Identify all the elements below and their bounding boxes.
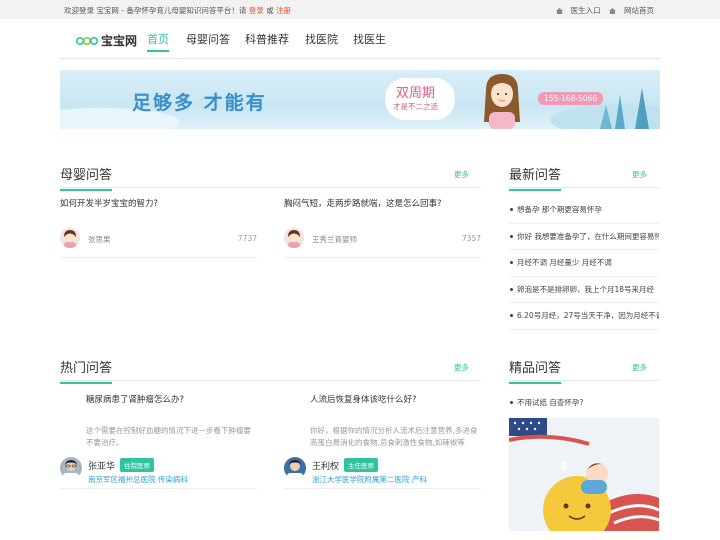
doctor-name: 王利权 [312, 462, 340, 472]
hot-title: 热门问答 [60, 357, 113, 384]
top-links: 医生入口 网站首页 [550, 5, 654, 16]
banner-badge-title: 双周期 [396, 86, 436, 101]
list-item[interactable]: 6.20号月经，27号当天干净，因为月经不调 [509, 303, 659, 330]
banner-slogan: 足够多 才能有 [132, 92, 267, 114]
hot-answer-1: 这个需要在控制好血糖的情况下进一步看下肿瘤要不要治疗。 [86, 426, 251, 447]
home-icon [555, 8, 563, 14]
logo-icon [76, 36, 98, 45]
list-item[interactable]: 想备孕 那个期更容易怀孕 [509, 197, 659, 224]
latest-title: 最新问答 [509, 164, 562, 191]
nav-item-qa[interactable]: 母婴问答 [186, 31, 230, 47]
latest-list: 想备孕 那个期更容易怀孕 你好 我想要准备孕了，在什么期间更容易怀孕 月经不调 … [509, 197, 659, 330]
main-nav: 宝宝网 首页 母婴问答 科普推荐 找医院 找医生 [60, 19, 660, 59]
muying-section-header: 母婴问答 更多 [60, 160, 481, 191]
nav-item-hospital[interactable]: 找医院 [305, 31, 338, 47]
hot-question-1[interactable]: 糖尿病患了肾肿瘤怎么办? [86, 393, 184, 405]
banner-badge-subtitle: 才是不二之选 [393, 102, 438, 111]
doctor-hospital: 浙江大学医学院附属第二医院 产科 [312, 475, 427, 484]
site-logo[interactable]: 宝宝网 [76, 32, 137, 49]
avatar [60, 457, 82, 479]
doctor-hospital: 南京军区福州总医院 传染病科 [88, 475, 188, 484]
doctor-entry-link[interactable]: 医生入口 [555, 6, 603, 15]
doctor-name: 张亚华 [88, 462, 116, 472]
jingpin-item[interactable]: 不用试纸 自查怀孕? [509, 397, 583, 408]
nav-item-home[interactable]: 首页 [147, 31, 169, 52]
avatar [284, 457, 306, 479]
nav-item-science[interactable]: 科普推荐 [245, 31, 289, 47]
hot-answer-2: 你好，根据你的情况分析人流术后注意营养,多进食高蛋白易消化的食物,忌食刺激性食物… [310, 426, 478, 447]
register-link[interactable]: 注册 [276, 6, 291, 15]
hot-more-link[interactable]: 更多 [454, 362, 469, 373]
list-item[interactable]: 月经不调 月经量少 月经不调 [509, 250, 659, 277]
login-link[interactable]: 登录 [249, 6, 264, 15]
hot-question-2[interactable]: 人流后恢复身体该吃什么好? [310, 393, 417, 405]
home-icon [609, 8, 616, 14]
latest-more-link[interactable]: 更多 [632, 169, 647, 180]
muying-question-1[interactable]: 如何开发半岁宝宝的智力? [60, 197, 158, 209]
author-name[interactable]: 王秀兰育婴师 [312, 234, 357, 245]
nav-item-doctor[interactable]: 找医生 [353, 31, 386, 47]
promo-banner[interactable]: 足够多 才能有 双周期 才是不二之选 155-168-5066 [60, 70, 660, 129]
view-count: 7357 [461, 234, 481, 243]
muying-question-2[interactable]: 胸闷气短，走两步路就喘，这是怎么回事? [284, 197, 442, 209]
view-count: 7737 [237, 234, 257, 243]
top-bar: 欢迎登录 宝宝网 - 备孕怀孕育儿母婴知识问答平台！请 登录 或 注册 医生入口… [0, 0, 720, 19]
doctor-card-1[interactable]: 张亚华 住院医师 南京军区福州总医院 传染病科 [60, 457, 257, 489]
jingpin-section-header: 精品问答 更多 [509, 353, 659, 384]
jingpin-image[interactable] [509, 418, 659, 531]
list-item[interactable]: 卵泡是不是排卵卵，我上个月18号来月经 [509, 277, 659, 303]
muying-meta-1: 张思果 7737 [60, 228, 257, 258]
site-home-link[interactable]: 网站首页 [609, 6, 654, 15]
muying-meta-2: 王秀兰育婴师 7357 [284, 228, 481, 258]
doctor-card-2[interactable]: 王利权 主任医师 浙江大学医学院附属第二医院 产科 [284, 457, 481, 489]
doctor-title-badge: 主任医师 [344, 458, 378, 472]
jingpin-title: 精品问答 [509, 357, 562, 384]
baby-illustration [509, 418, 659, 531]
jingpin-more-link[interactable]: 更多 [632, 362, 647, 373]
list-item[interactable]: 你好 我想要准备孕了，在什么期间更容易怀孕 [509, 224, 659, 250]
welcome-text: 欢迎登录 宝宝网 - 备孕怀孕育儿母婴知识问答平台！请 登录 或 注册 [64, 6, 292, 15]
muying-more-link[interactable]: 更多 [454, 169, 469, 180]
hot-section-header: 热门问答 更多 [60, 353, 481, 384]
avatar [284, 228, 304, 248]
doctor-title-badge: 住院医师 [120, 458, 154, 472]
muying-title: 母婴问答 [60, 164, 113, 191]
author-name[interactable]: 张思果 [88, 234, 111, 245]
girl-illustration [484, 74, 520, 129]
banner-phone: 155-168-5066 [538, 92, 604, 105]
avatar [60, 228, 80, 248]
latest-section-header: 最新问答 更多 [509, 160, 659, 191]
